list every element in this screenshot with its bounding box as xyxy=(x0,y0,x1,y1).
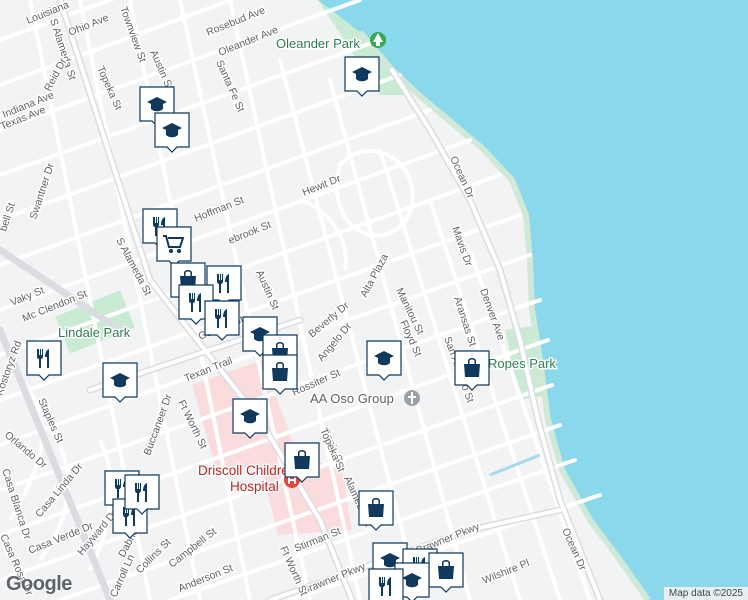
shopping-marker[interactable] xyxy=(454,350,490,391)
restaurant-marker[interactable] xyxy=(26,340,62,381)
lindale-park-label: Lindale Park xyxy=(58,325,131,340)
google-logo: Google xyxy=(6,573,72,595)
ropes-park-label: Ropes Park xyxy=(488,356,556,371)
shopping-marker[interactable] xyxy=(428,552,464,593)
shopping-marker[interactable] xyxy=(284,442,320,483)
oleander-park-label: Oleander Park xyxy=(276,36,360,51)
shopping-marker[interactable] xyxy=(262,354,298,395)
grocery-marker[interactable] xyxy=(156,226,192,267)
school-marker[interactable] xyxy=(366,340,402,381)
restaurant-marker[interactable] xyxy=(204,300,240,341)
school-marker[interactable] xyxy=(154,112,190,153)
marker-pin xyxy=(124,474,160,515)
map-attribution[interactable]: Map data ©2025 xyxy=(663,587,748,600)
marker-pin xyxy=(204,300,240,341)
marker-pin xyxy=(26,340,62,381)
shopping-marker[interactable] xyxy=(358,490,394,531)
school-marker[interactable] xyxy=(232,398,268,439)
school-marker[interactable] xyxy=(102,362,138,403)
restaurant-marker[interactable] xyxy=(368,568,404,600)
map-canvas[interactable]: Louisiana Ohio Ave Townview St Rosebud A… xyxy=(0,0,748,600)
restaurant-marker[interactable] xyxy=(124,474,160,515)
marker-pin xyxy=(368,568,404,600)
hospital-label-line2: Hospital xyxy=(230,479,279,494)
school-marker[interactable] xyxy=(344,56,380,97)
aa-oso-label: AA Oso Group xyxy=(310,391,394,406)
